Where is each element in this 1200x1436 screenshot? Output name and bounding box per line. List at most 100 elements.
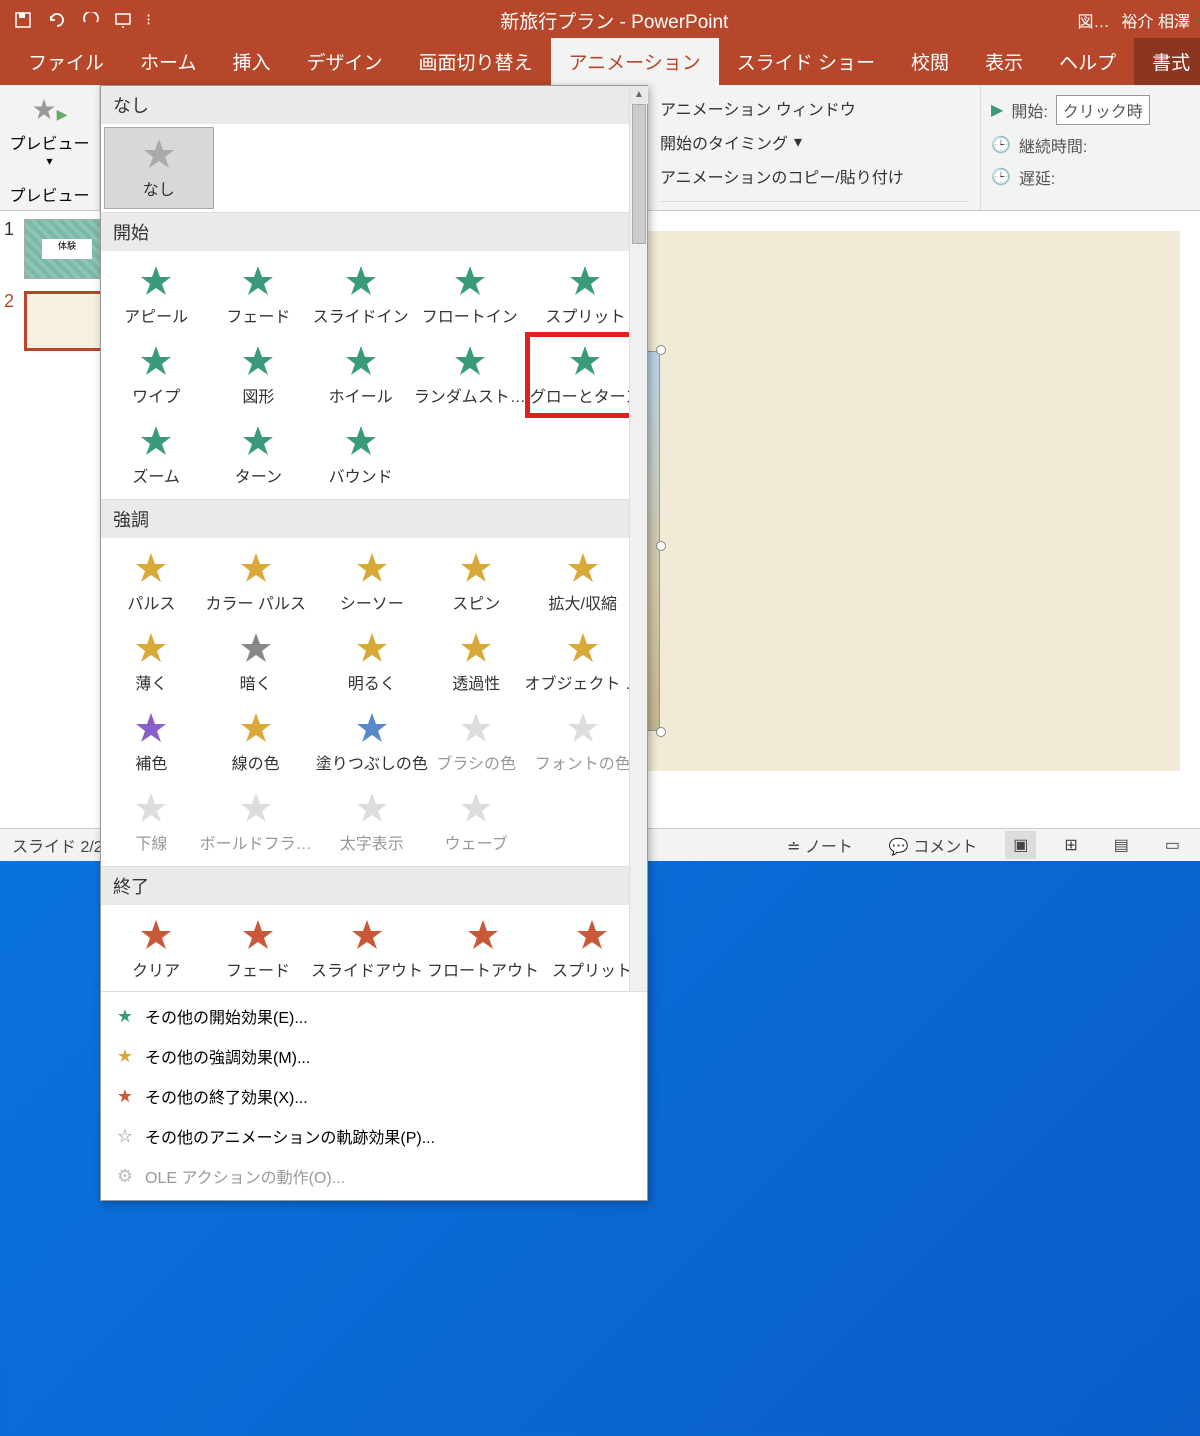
gallery-menu-item[interactable]: ★その他の終了効果(X)... xyxy=(101,1076,647,1116)
star-icon xyxy=(311,915,423,955)
tab-insert[interactable]: 挿入 xyxy=(214,38,288,85)
animation-ブラシの色: ブラシの色 xyxy=(430,702,523,782)
animation-スピン[interactable]: スピン xyxy=(430,542,523,622)
animation-ランダムスト…[interactable]: ランダムスト… xyxy=(425,989,541,991)
animation-pane-button[interactable]: アニメーション ウィンドウ xyxy=(660,91,968,125)
animation-拡大/収縮[interactable]: 拡大/収縮 xyxy=(523,542,643,622)
animation-フェード[interactable]: フェード xyxy=(207,255,309,335)
animation-縮小および…[interactable]: 縮小および… xyxy=(541,989,643,991)
animation-ターン[interactable]: ターン xyxy=(207,415,309,495)
animation-シーソー[interactable]: シーソー xyxy=(314,542,430,622)
animation-図形[interactable]: 図形 xyxy=(207,335,309,415)
animation-スライドイン[interactable]: スライドイン xyxy=(310,255,412,335)
star-icon xyxy=(525,708,641,748)
tab-design[interactable]: デザイン xyxy=(288,38,400,85)
animation-塗りつぶしの色[interactable]: 塗りつぶしの色 xyxy=(314,702,430,782)
slideshow-start-icon[interactable] xyxy=(112,7,138,33)
preview-button-label[interactable]: プレビュー xyxy=(8,130,91,154)
star-icon xyxy=(107,788,196,828)
animation-painter-button[interactable]: アニメーションのコピー/貼り付け xyxy=(660,159,968,193)
tab-animations[interactable]: アニメーション xyxy=(551,38,719,85)
scrollbar-thumb[interactable] xyxy=(632,104,646,244)
tab-format[interactable]: 書式 xyxy=(1134,38,1200,85)
tab-slideshow[interactable]: スライド ショー xyxy=(719,38,893,85)
notes-button[interactable]: ≐ ノート xyxy=(779,829,861,861)
gallery-scrollbar[interactable]: ▲ xyxy=(629,86,647,991)
document-title: 新旅行プラン - PowerPoint xyxy=(151,7,1077,34)
animation-スプリット[interactable]: スプリット xyxy=(541,909,643,989)
animation-スプリット[interactable]: スプリット xyxy=(528,255,643,335)
star-icon: ⚙ xyxy=(115,1166,135,1187)
animation-補色[interactable]: 補色 xyxy=(105,702,198,782)
delay-label: 遅延: xyxy=(1019,165,1055,189)
save-icon[interactable] xyxy=(10,7,36,33)
redo-icon[interactable] xyxy=(78,7,104,33)
slideshow-view-icon[interactable]: ▭ xyxy=(1157,831,1188,859)
star-icon xyxy=(107,261,205,301)
star-icon xyxy=(432,548,521,588)
normal-view-icon[interactable]: ▣ xyxy=(1005,831,1036,859)
trigger-button[interactable]: 開始のタイミング ▾ xyxy=(660,125,968,159)
gallery-menu-item[interactable]: ★その他の強調効果(M)... xyxy=(101,1036,647,1076)
animation-薄く[interactable]: 薄く xyxy=(105,622,198,702)
animation-グローとターン[interactable]: グローとターン xyxy=(528,335,643,415)
scroll-up-icon[interactable]: ▲ xyxy=(630,86,648,104)
animation-フロートイン[interactable]: フロートイン xyxy=(412,255,528,335)
animation-スライドアウト[interactable]: スライドアウト xyxy=(309,909,425,989)
gallery-menu-item[interactable]: ☆その他のアニメーションの軌跡効果(P)... xyxy=(101,1116,647,1156)
animation-線の色[interactable]: 線の色 xyxy=(198,702,314,782)
star-icon xyxy=(432,708,521,748)
resize-handle[interactable] xyxy=(656,345,666,355)
star-icon xyxy=(316,548,428,588)
animation-暗く[interactable]: 暗く xyxy=(198,622,314,702)
animation-ランダムスト…[interactable]: ランダムスト… xyxy=(412,335,528,415)
animation-フロートアウト[interactable]: フロートアウト xyxy=(425,909,541,989)
undo-icon[interactable] xyxy=(44,7,70,33)
gallery-menu-item[interactable]: ★その他の開始効果(E)... xyxy=(101,996,647,1036)
animation-オブジェクト …[interactable]: オブジェクト … xyxy=(523,622,643,702)
tab-home[interactable]: ホーム xyxy=(122,38,214,85)
resize-handle[interactable] xyxy=(656,727,666,737)
reading-view-icon[interactable]: ▤ xyxy=(1106,831,1137,859)
animation-明るく[interactable]: 明るく xyxy=(314,622,430,702)
star-icon xyxy=(209,915,307,955)
animation-ワイプ[interactable]: ワイプ xyxy=(105,335,207,415)
star-icon xyxy=(312,341,410,381)
animation-ワイプ[interactable]: ワイプ xyxy=(105,989,207,991)
animation-ズーム[interactable]: ズーム xyxy=(105,415,207,495)
resize-handle[interactable] xyxy=(656,541,666,551)
star-icon xyxy=(107,134,211,174)
animation-ホイール[interactable]: ホイール xyxy=(310,335,412,415)
comments-button[interactable]: 💬 コメント xyxy=(881,829,985,861)
slide-counter: スライド 2/2 xyxy=(12,833,103,857)
animation-透過性[interactable]: 透過性 xyxy=(430,622,523,702)
preview-icon[interactable]: ★▶ xyxy=(8,93,91,126)
star-icon xyxy=(107,341,205,381)
animation-クリア[interactable]: クリア xyxy=(105,909,207,989)
star-icon xyxy=(414,261,526,301)
tab-file[interactable]: ファイル xyxy=(10,38,122,85)
tab-transitions[interactable]: 画面切り替え xyxy=(400,38,550,85)
animation-図形[interactable]: 図形 xyxy=(207,989,309,991)
picture-tools-label[interactable]: 図… xyxy=(1078,8,1110,32)
thumbnail-slide-1[interactable]: 1 体験 xyxy=(4,219,115,279)
star-icon xyxy=(432,788,521,828)
start-dropdown[interactable]: クリック時 xyxy=(1056,95,1150,125)
thumbnail-slide-2[interactable]: 2 xyxy=(4,291,115,351)
animation-なし[interactable]: なし xyxy=(105,128,213,208)
animation-フェード[interactable]: フェード xyxy=(207,909,309,989)
sorter-view-icon[interactable]: ⊞ xyxy=(1056,831,1085,859)
tab-help[interactable]: ヘルプ xyxy=(1041,38,1134,85)
animation-バウンド[interactable]: バウンド xyxy=(310,415,412,495)
animation-カラー パルス[interactable]: カラー パルス xyxy=(198,542,314,622)
star-icon xyxy=(530,341,641,381)
animation-アピール[interactable]: アピール xyxy=(105,255,207,335)
advanced-animation-group: アニメーション ウィンドウ 開始のタイミング ▾ アニメーションのコピー/貼り付… xyxy=(648,85,980,210)
user-name[interactable]: 裕介 相澤 xyxy=(1122,8,1190,32)
tab-review[interactable]: 校閲 xyxy=(893,38,967,85)
star-icon xyxy=(316,708,428,748)
animation-パルス[interactable]: パルス xyxy=(105,542,198,622)
tab-view[interactable]: 表示 xyxy=(967,38,1041,85)
animation-ホイール[interactable]: ホイール xyxy=(309,989,425,991)
gallery-section-header: 終了 xyxy=(101,867,647,905)
